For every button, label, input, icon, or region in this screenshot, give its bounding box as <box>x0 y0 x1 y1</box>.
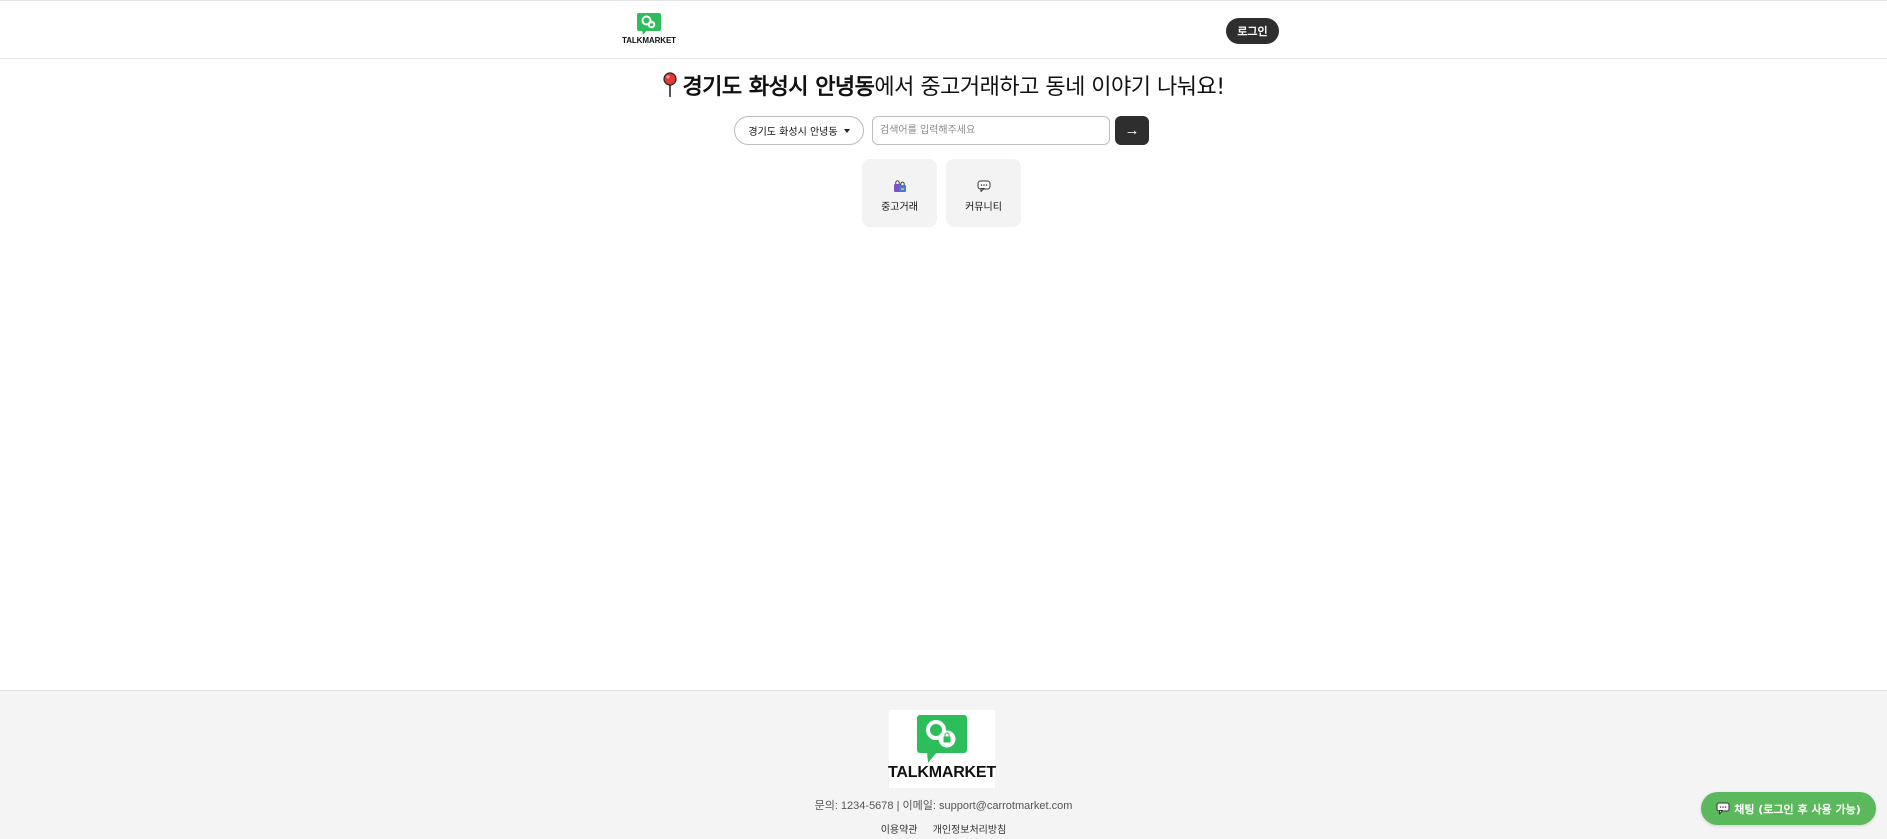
login-button[interactable]: 로그인 <box>1226 18 1279 44</box>
headline-location: 경기도 화성시 안녕동 <box>682 75 875 100</box>
category-label: 커뮤니티 <box>965 202 1002 213</box>
headline-text: 에서 중고거래하고 동네 이야기 나눠요! <box>874 75 1225 100</box>
talkmarket-logo-icon <box>917 715 967 763</box>
category-used-trade[interactable]: 중고거래 <box>862 159 937 227</box>
category-community[interactable]: 커뮤니티 <box>946 159 1021 227</box>
footer-logo: TALKMARKET <box>888 710 996 788</box>
speech-bubble-icon <box>977 179 991 193</box>
chat-button[interactable]: 채팅 (로그인 후 사용 가능) <box>1701 792 1876 825</box>
top-navigation-bar: TALKMARKET 로그인 <box>0 0 1887 59</box>
logo-wordmark: TALKMARKET <box>622 36 676 45</box>
shopping-bags-icon <box>893 179 907 193</box>
footer-links: 이용약관 개인정보처리방침 <box>0 821 1887 836</box>
search-input[interactable] <box>872 116 1110 145</box>
chat-button-label: 채팅 (로그인 후 사용 가능) <box>1734 802 1861 816</box>
round-pushpin-icon <box>663 72 678 97</box>
footer-logo-wordmark: TALKMARKET <box>888 764 996 781</box>
page-headline: 경기도 화성시 안녕동에서 중고거래하고 동네 이야기 나눠요! <box>0 69 1887 101</box>
talkmarket-logo-icon <box>637 13 661 35</box>
region-dropdown-value: 경기도 화성시 안녕동 <box>748 127 838 138</box>
speech-bubble-icon <box>1716 802 1730 815</box>
site-footer: TALKMARKET 문의: 1234-5678 | 이메일: support@… <box>0 690 1887 839</box>
category-label: 중고거래 <box>881 202 918 213</box>
search-submit-button[interactable]: → <box>1115 116 1149 145</box>
talkmarket-logo[interactable]: TALKMARKET <box>622 13 676 49</box>
caret-down-icon <box>843 128 850 133</box>
region-dropdown[interactable]: 경기도 화성시 안녕동 <box>734 116 864 145</box>
privacy-policy-link[interactable]: 개인정보처리방침 <box>933 825 1007 836</box>
contact-info: 문의: 1234-5678 | 이메일: support@carrotmarke… <box>814 800 1073 812</box>
terms-link[interactable]: 이용약관 <box>881 825 918 836</box>
